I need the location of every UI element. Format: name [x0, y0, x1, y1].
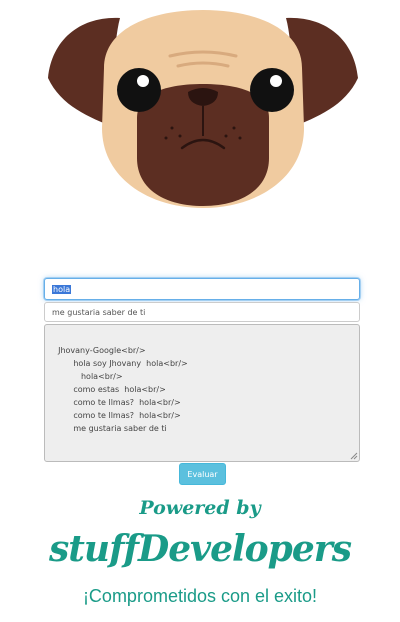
pug-left-eye: [117, 68, 161, 112]
tagline-text: ¡Comprometidos con el exito!: [82, 586, 318, 606]
pug-right-eye: [250, 68, 294, 112]
powered-by-text: Powered by: [139, 497, 261, 519]
chat-input-value: hola: [52, 284, 72, 294]
resize-handle-icon[interactable]: [350, 452, 358, 460]
chat-input[interactable]: hola: [44, 278, 360, 300]
brand-name: stuffDevelopers: [49, 528, 352, 570]
pug-logo-image: [48, 10, 358, 208]
chat-log-text: Jhovany-Google<br/> hola soy Jhovany hol…: [58, 346, 188, 433]
chat-log-textarea[interactable]: Jhovany-Google<br/> hola soy Jhovany hol…: [44, 324, 360, 462]
message-input-value: me gustaria saber de ti: [52, 307, 146, 317]
evaluate-button[interactable]: Evaluar: [179, 463, 226, 485]
message-input[interactable]: me gustaria saber de ti: [44, 302, 360, 322]
